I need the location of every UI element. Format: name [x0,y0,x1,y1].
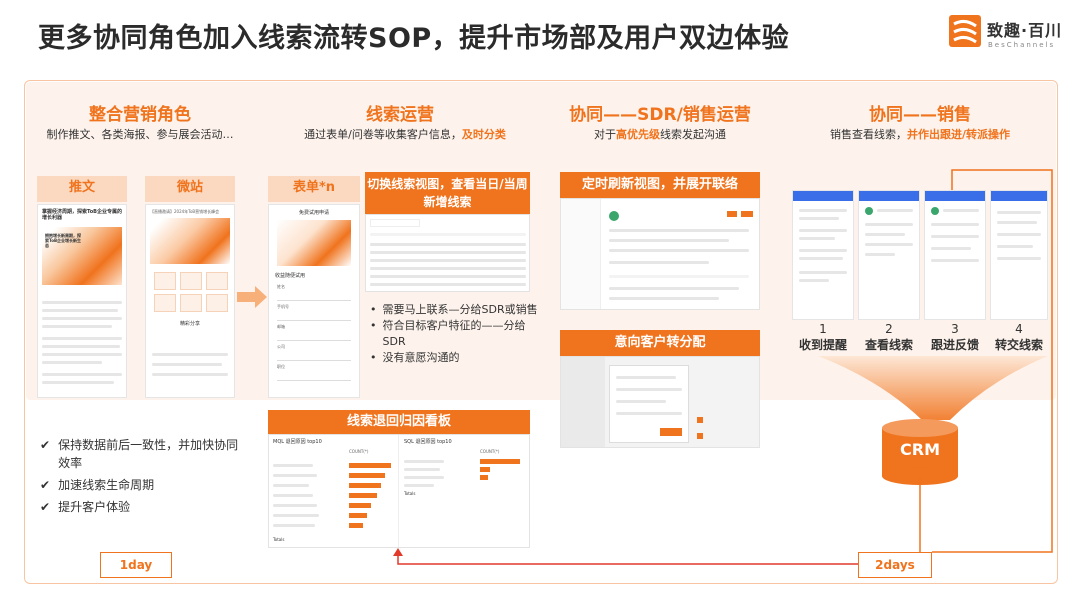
check-icon: ✔ [40,500,51,514]
check-icon: ✔ [40,438,51,452]
benefit-list: ✔ 保持数据前后一致性，并加快协同效率 ✔ 加速线索生命周期 ✔ 提升客户体验 [40,438,239,514]
check-icon: ✔ [40,478,51,492]
duration-badge-2days: 2days [858,552,932,578]
arrow-up-icon [393,548,403,556]
crm-label: CRM [900,440,940,459]
duration-badge-1day: 1day [100,552,172,578]
funnel-shape [818,356,1048,420]
return-line-bottom [397,552,858,565]
